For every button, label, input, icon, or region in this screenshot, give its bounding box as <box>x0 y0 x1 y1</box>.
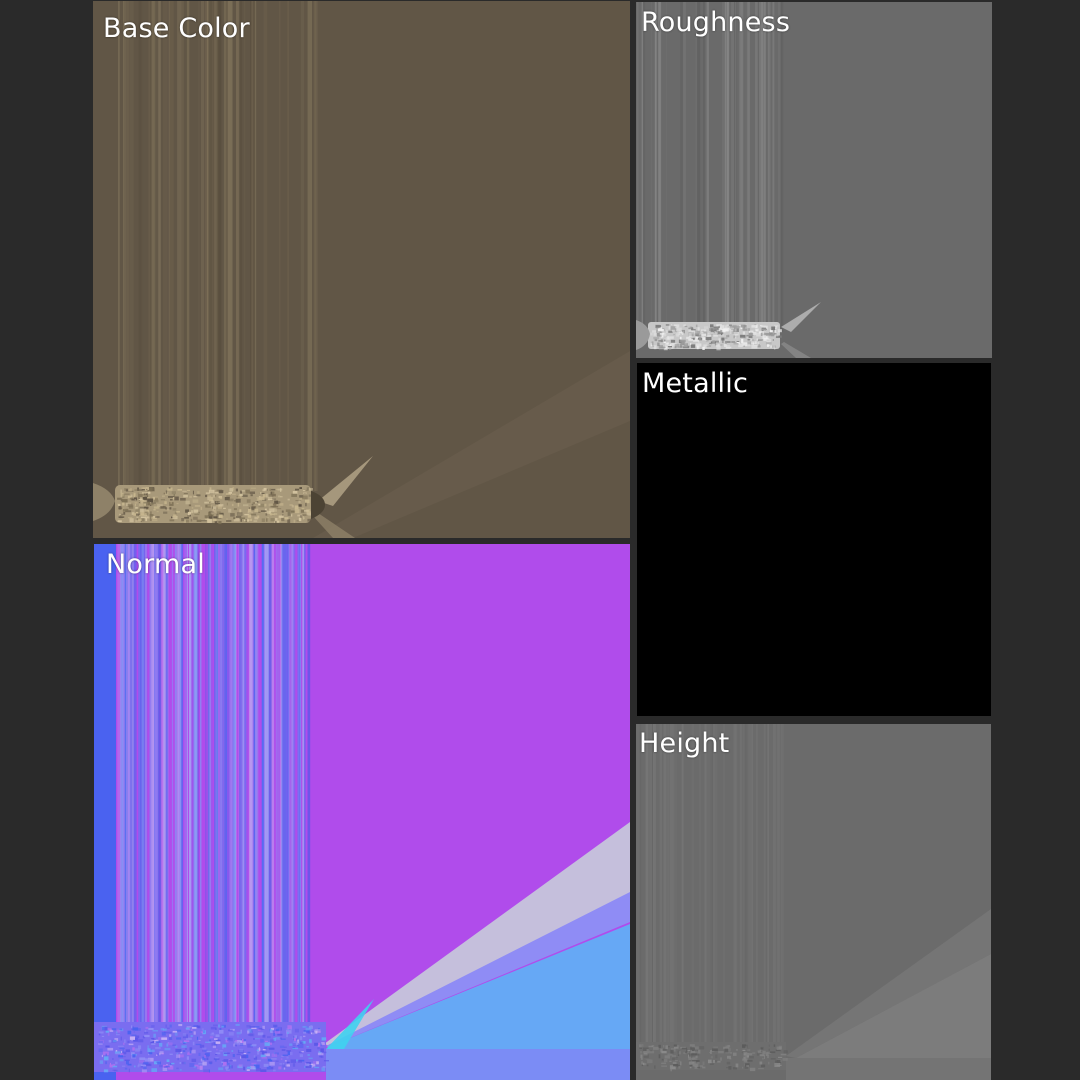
base-color-label: Base Color <box>103 13 250 44</box>
height-label: Height <box>639 728 730 759</box>
height-map-panel: Height <box>636 724 991 1080</box>
base-color-texture <box>93 1 630 538</box>
roughness-map-panel: Roughness <box>636 2 992 358</box>
normal-texture <box>94 544 630 1080</box>
normal-map-panel: Normal <box>94 544 630 1080</box>
normal-label: Normal <box>106 549 205 580</box>
metallic-map-panel: Metallic <box>637 363 991 716</box>
roughness-texture <box>636 2 992 358</box>
roughness-label: Roughness <box>641 7 791 38</box>
base-color-map-panel: Base Color <box>93 1 630 538</box>
height-texture <box>636 724 991 1080</box>
metallic-label: Metallic <box>642 368 748 399</box>
